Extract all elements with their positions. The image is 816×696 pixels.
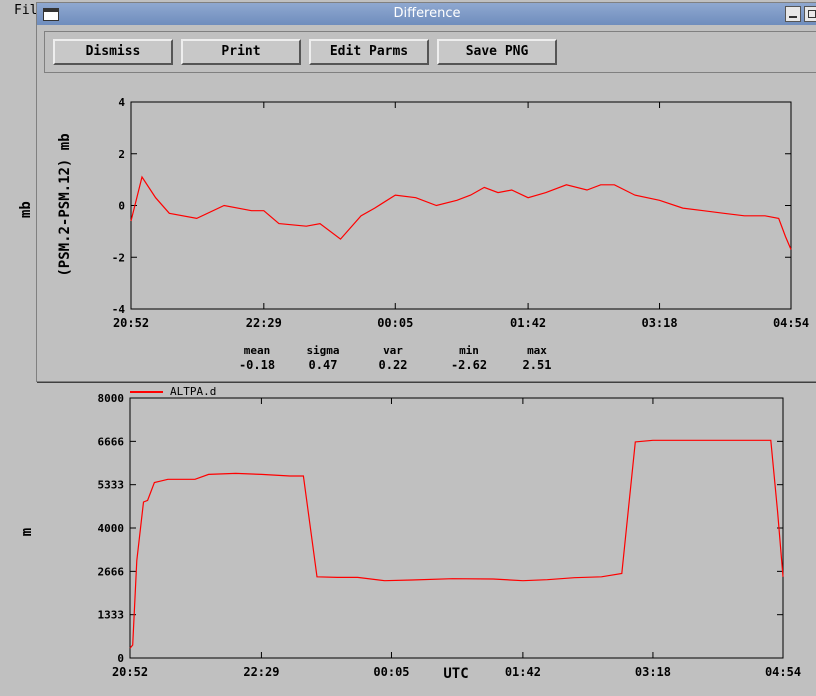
legend-label: ALTPA.d: [170, 385, 216, 398]
stat-label-min: min: [459, 344, 479, 357]
y-tick-label: 2: [118, 148, 125, 161]
y-tick-label: 4000: [98, 522, 125, 535]
titlebar[interactable]: Difference: [37, 3, 816, 25]
stat-value-mean: -0.18: [239, 358, 275, 372]
y-tick-label: -4: [112, 303, 126, 316]
stat-value-sigma: 0.47: [309, 358, 338, 372]
y-tick-label: 5333: [98, 479, 125, 492]
altitude-chart: ALTPA.d 8000 6666 5333 4000 2666 1333 0 20:52 2…: [19, 385, 801, 682]
difference-series-line: [130, 175, 792, 250]
edit-parms-button[interactable]: Edit Parms: [309, 39, 429, 65]
stat-value-max: 2.51: [523, 358, 552, 372]
x-tick-label: 22:29: [243, 665, 279, 679]
stats-table: mean-0.18 sigma0.47 var0.22 min-2.62 max2.51: [239, 344, 552, 372]
altitude-xlabel: UTC: [443, 666, 468, 682]
stat-label-var: var: [383, 344, 403, 357]
stat-value-var: 0.22: [379, 358, 408, 372]
stat-label-sigma: sigma: [306, 344, 339, 357]
x-tick-label: 20:52: [112, 665, 148, 679]
x-tick-label: 01:42: [505, 665, 541, 679]
menu-file[interactable]: Fil: [14, 3, 37, 18]
difference-ylabel: (PSM.2-PSM.12) mb: [57, 133, 73, 276]
x-tick-label: 03:18: [641, 316, 677, 330]
y-tick-label: 2666: [98, 565, 125, 578]
stat-label-mean: mean: [244, 344, 271, 357]
y-tick-label: 0: [118, 200, 125, 213]
window-title: Difference: [393, 6, 461, 21]
difference-dialog: Difference Dismiss Print Edit Parms Save…: [36, 2, 816, 382]
y-tick-label: 0: [117, 652, 124, 665]
x-tick-label: 20:52: [113, 316, 149, 330]
minimize-icon[interactable]: [785, 6, 801, 22]
x-tick-label: 00:05: [373, 665, 409, 679]
plot-frame: [129, 397, 784, 659]
plot-frame: [130, 101, 792, 310]
altitude-series-line: [129, 439, 784, 649]
save-png-button[interactable]: Save PNG: [437, 39, 557, 65]
x-tick-label: 01:42: [510, 316, 546, 330]
print-button[interactable]: Print: [181, 39, 301, 65]
x-tick-label: 22:29: [246, 316, 282, 330]
x-tick-label: 04:54: [765, 665, 801, 679]
x-tick-label: 04:54: [773, 316, 809, 330]
dialog-toolbar: Dismiss Print Edit Parms Save PNG: [44, 31, 816, 73]
altitude-legend: ALTPA.d: [130, 385, 216, 398]
y-tick-label: -2: [112, 251, 125, 264]
difference-chart: 4 2 0 -2 -4 20:52 22:29 00:05 01:42 03:18 04:54 (…: [57, 96, 809, 372]
x-tick-label: 00:05: [377, 316, 413, 330]
stat-label-max: max: [527, 344, 547, 357]
y-tick-label: 6666: [98, 435, 125, 448]
y-tick-label: 1333: [98, 609, 125, 622]
y-tick-label: 8000: [98, 392, 125, 405]
background-plot-ylabel: mb: [18, 201, 34, 218]
stat-value-min: -2.62: [451, 358, 487, 372]
maximize-icon[interactable]: [804, 6, 816, 22]
x-tick-label: 03:18: [635, 665, 671, 679]
dismiss-button[interactable]: Dismiss: [53, 39, 173, 65]
altitude-ylabel: m: [19, 528, 35, 536]
y-tick-label: 4: [118, 96, 125, 109]
